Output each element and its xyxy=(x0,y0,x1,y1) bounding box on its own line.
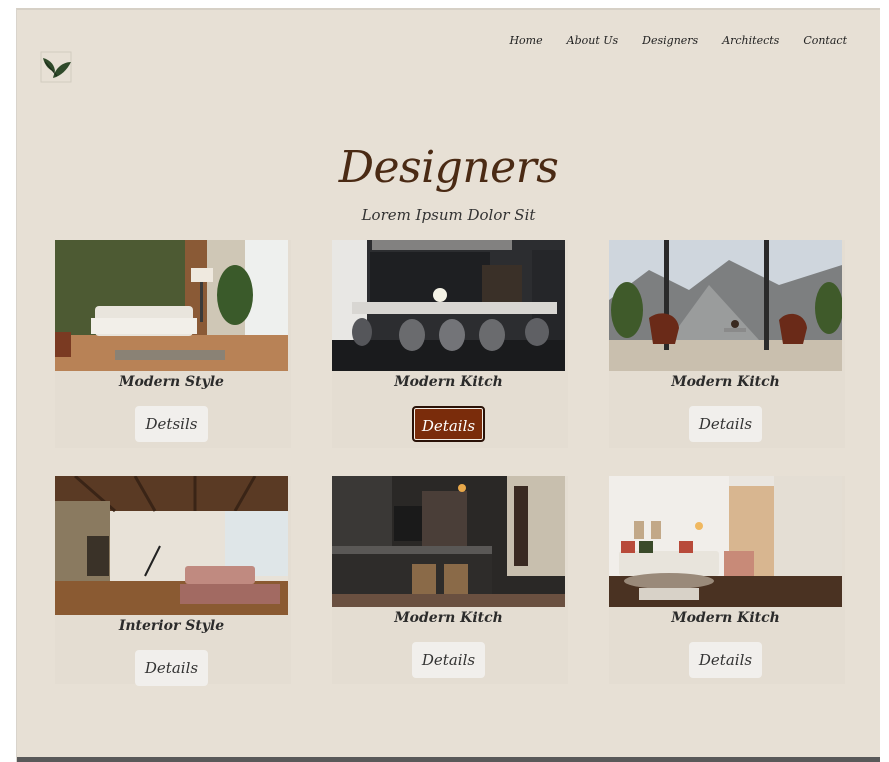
nav-designers[interactable]: Designers xyxy=(642,34,698,47)
interior-loft-image xyxy=(55,476,288,615)
footer-edge xyxy=(17,757,880,762)
nav-home[interactable]: Home xyxy=(509,34,542,47)
card-title: Modern Style xyxy=(119,374,224,390)
details-button[interactable]: Details xyxy=(135,650,208,686)
nav-architects[interactable]: Architects xyxy=(722,34,779,47)
card-title: Modern Kitch xyxy=(394,610,503,626)
dark-kitchen-image xyxy=(332,240,565,371)
details-button[interactable]: Details xyxy=(412,406,485,442)
page-title: Designers xyxy=(338,142,559,193)
warm-living-room-image xyxy=(609,476,842,607)
mountain-view-room-image xyxy=(609,240,842,371)
card-title: Modern Kitch xyxy=(394,374,503,390)
designer-card: Modern Kitch Details xyxy=(609,240,845,448)
leaf-logo-icon[interactable] xyxy=(39,50,75,86)
designer-card: Modern Kitch Details xyxy=(609,476,845,684)
designer-card: Modern Style Detsils xyxy=(55,240,291,448)
details-button[interactable]: Details xyxy=(689,406,762,442)
details-button[interactable]: Details xyxy=(412,642,485,678)
details-button[interactable]: Details xyxy=(689,642,762,678)
card-title: Modern Kitch xyxy=(671,374,780,390)
details-button[interactable]: Detsils xyxy=(135,406,208,442)
living-room-image xyxy=(55,240,288,371)
nav-contact[interactable]: Contact xyxy=(803,34,847,47)
card-title: Modern Kitch xyxy=(671,610,780,626)
page-subtitle: Lorem Ipsum Dolor Sit xyxy=(361,206,536,224)
designer-card: Interior Style Details xyxy=(55,476,291,686)
dark-island-kitchen-image xyxy=(332,476,565,607)
designer-card: Modern Kitch Details xyxy=(332,240,568,448)
top-nav: Home About Us Designers Architects Conta… xyxy=(509,34,847,47)
nav-about-us[interactable]: About Us xyxy=(567,34,619,47)
designer-card: Modern Kitch Details xyxy=(332,476,568,684)
page: Home About Us Designers Architects Conta… xyxy=(16,8,880,762)
card-title: Interior Style xyxy=(118,618,225,634)
